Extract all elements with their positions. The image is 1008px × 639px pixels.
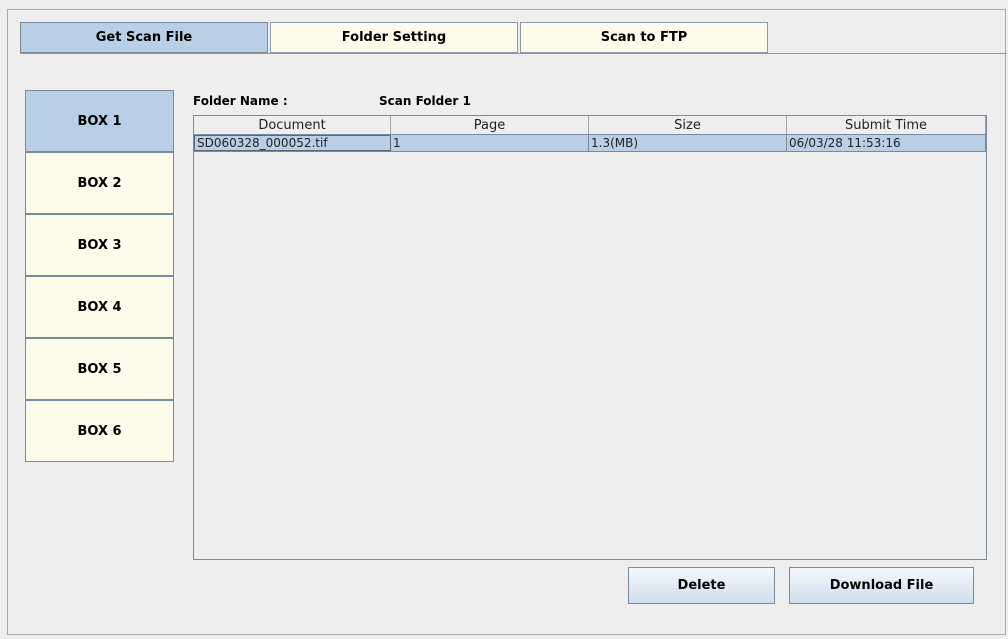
cell-size[interactable]: 1.3(MB) xyxy=(589,135,787,151)
tab-scan-to-ftp[interactable]: Scan to FTP xyxy=(520,22,768,53)
box-6-button[interactable]: BOX 6 xyxy=(25,400,174,462)
cell-submit-time[interactable]: 06/03/28 11:53:16 xyxy=(787,135,986,151)
box-3-button[interactable]: BOX 3 xyxy=(25,214,174,276)
document-table[interactable]: Document Page Size Submit Time SD060328_… xyxy=(193,115,987,560)
table-header: Document Page Size Submit Time xyxy=(194,116,986,135)
tab-get-scan-file[interactable]: Get Scan File xyxy=(20,22,268,53)
cell-page[interactable]: 1 xyxy=(391,135,589,151)
tab-divider xyxy=(20,53,1007,54)
folder-name-value: Scan Folder 1 xyxy=(379,94,471,108)
tab-folder-setting[interactable]: Folder Setting xyxy=(270,22,518,53)
box-1-button[interactable]: BOX 1 xyxy=(25,90,174,152)
download-file-button[interactable]: Download File xyxy=(789,567,974,604)
column-header-submit-time[interactable]: Submit Time xyxy=(787,116,986,134)
delete-button[interactable]: Delete xyxy=(628,567,775,604)
box-4-button[interactable]: BOX 4 xyxy=(25,276,174,338)
column-header-document[interactable]: Document xyxy=(194,116,391,134)
table-row[interactable]: SD060328_000052.tif 1 1.3(MB) 06/03/28 1… xyxy=(194,135,986,152)
box-2-button[interactable]: BOX 2 xyxy=(25,152,174,214)
column-header-size[interactable]: Size xyxy=(589,116,787,134)
folder-name-label: Folder Name : xyxy=(193,94,288,108)
box-5-button[interactable]: BOX 5 xyxy=(25,338,174,400)
column-header-page[interactable]: Page xyxy=(391,116,589,134)
cell-document[interactable]: SD060328_000052.tif xyxy=(194,135,391,151)
